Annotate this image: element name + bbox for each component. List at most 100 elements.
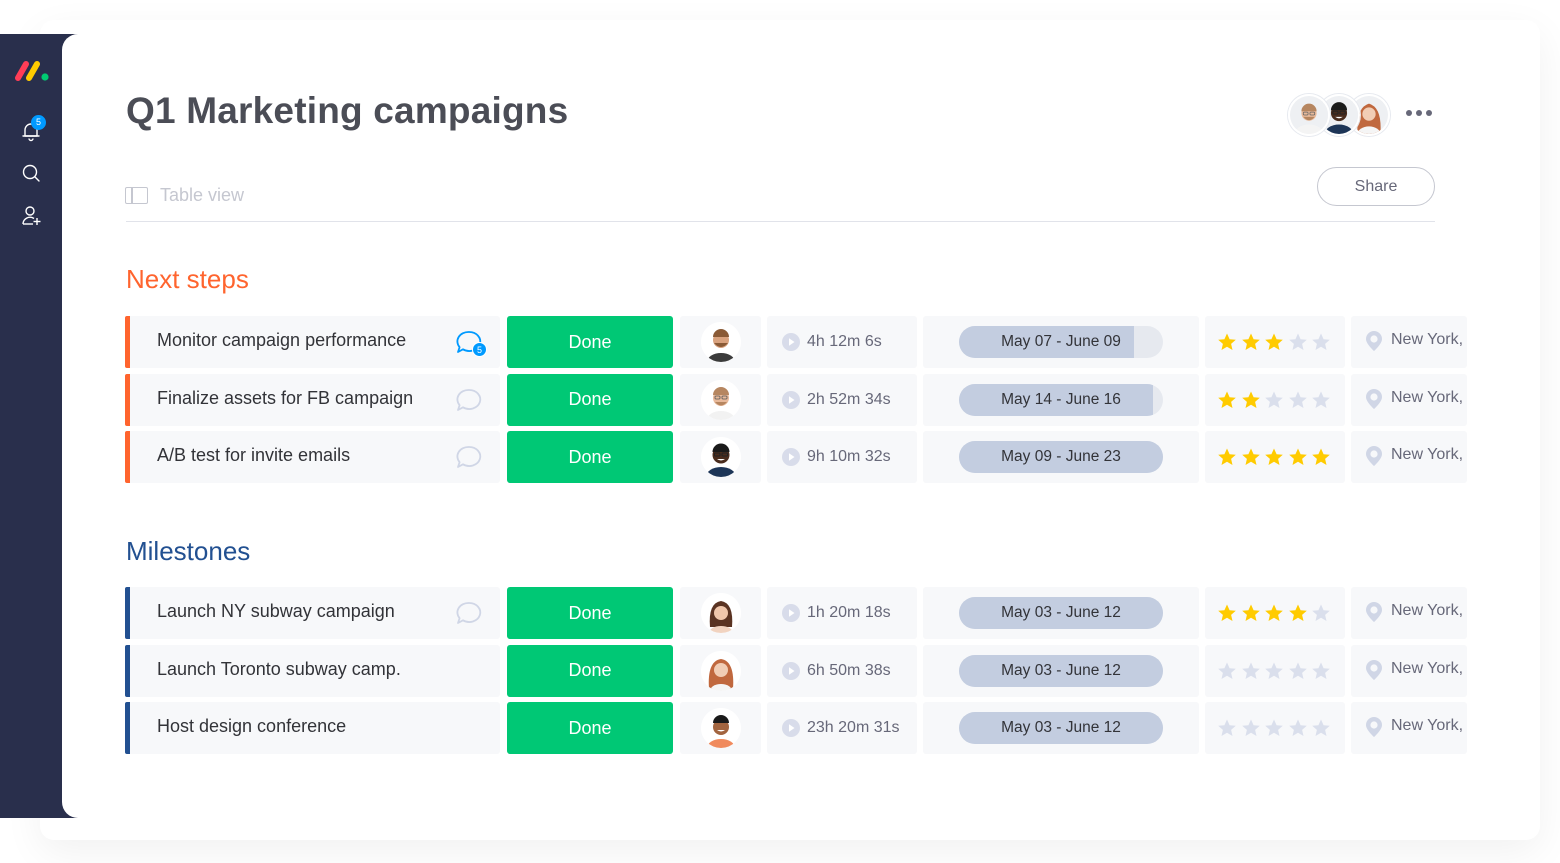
play-icon[interactable]: [782, 333, 800, 351]
time-tracking-cell[interactable]: 6h 50m 38s: [767, 644, 917, 697]
person-cell[interactable]: [680, 702, 761, 754]
status-cell[interactable]: Done: [507, 644, 673, 697]
item-name[interactable]: Launch Toronto subway camp.: [157, 659, 401, 680]
star-filled-icon[interactable]: [1217, 603, 1237, 623]
timeline-cell[interactable]: May 14 - June 16: [923, 373, 1199, 426]
star-filled-icon[interactable]: [1264, 332, 1284, 352]
avatar[interactable]: [700, 379, 741, 420]
star-empty-icon[interactable]: [1311, 332, 1331, 352]
comment-bubble-icon[interactable]: [455, 445, 483, 471]
item-name-cell[interactable]: Finalize assets for FB campaign: [125, 373, 500, 426]
status-cell[interactable]: Done: [507, 587, 673, 639]
play-icon[interactable]: [782, 448, 800, 466]
timeline-cell[interactable]: May 03 - June 12: [923, 587, 1199, 639]
star-filled-icon[interactable]: [1241, 603, 1261, 623]
star-filled-icon[interactable]: [1241, 390, 1261, 410]
item-name-cell[interactable]: Launch NY subway campaign: [125, 587, 500, 639]
star-empty-icon[interactable]: [1311, 390, 1331, 410]
location-cell[interactable]: New York,: [1351, 373, 1467, 426]
star-empty-icon[interactable]: [1264, 661, 1284, 681]
star-empty-icon[interactable]: [1311, 603, 1331, 623]
timeline-bar[interactable]: May 07 - June 09: [959, 326, 1163, 358]
star-filled-icon[interactable]: [1217, 332, 1237, 352]
person-cell[interactable]: [680, 644, 761, 697]
star-filled-icon[interactable]: [1241, 447, 1261, 467]
item-name[interactable]: A/B test for invite emails: [157, 445, 350, 466]
status-cell[interactable]: Done: [507, 316, 673, 368]
board-members[interactable]: [1288, 94, 1390, 136]
location-cell[interactable]: New York,: [1351, 644, 1467, 697]
play-icon[interactable]: [782, 661, 800, 680]
timeline-cell[interactable]: May 03 - June 12: [923, 702, 1199, 754]
star-empty-icon[interactable]: [1264, 390, 1284, 410]
share-button[interactable]: Share: [1317, 167, 1435, 206]
star-empty-icon[interactable]: [1311, 718, 1331, 738]
play-icon[interactable]: [782, 719, 800, 737]
avatar[interactable]: [700, 593, 741, 633]
location-cell[interactable]: New York,: [1351, 316, 1467, 368]
play-icon[interactable]: [782, 604, 800, 622]
location-cell[interactable]: New York,: [1351, 587, 1467, 639]
timeline-bar[interactable]: May 14 - June 16: [959, 383, 1163, 416]
board-title[interactable]: Q1 Marketing campaigns: [126, 90, 568, 132]
star-filled-icon[interactable]: [1288, 447, 1308, 467]
timeline-cell[interactable]: May 09 - June 23: [923, 431, 1199, 483]
item-name[interactable]: Finalize assets for FB campaign: [157, 388, 413, 409]
item-name[interactable]: Host design conference: [157, 716, 346, 737]
star-filled-icon[interactable]: [1264, 603, 1284, 623]
time-tracking-cell[interactable]: 9h 10m 32s: [767, 431, 917, 483]
star-filled-icon[interactable]: [1217, 390, 1237, 410]
time-tracking-cell[interactable]: 4h 12m 6s: [767, 316, 917, 368]
star-empty-icon[interactable]: [1288, 390, 1308, 410]
star-filled-icon[interactable]: [1264, 447, 1284, 467]
star-empty-icon[interactable]: [1264, 718, 1284, 738]
star-empty-icon[interactable]: [1241, 718, 1261, 738]
comment-bubble-icon[interactable]: [455, 388, 483, 414]
person-cell[interactable]: [680, 316, 761, 368]
group-title-milestones[interactable]: Milestones: [126, 536, 250, 567]
status-cell[interactable]: Done: [507, 373, 673, 426]
item-name-cell[interactable]: A/B test for invite emails: [125, 431, 500, 483]
item-name[interactable]: Monitor campaign performance: [157, 330, 406, 351]
avatar[interactable]: [700, 650, 741, 691]
search-icon[interactable]: [20, 162, 42, 184]
avatar[interactable]: [700, 437, 741, 477]
timeline-cell[interactable]: May 03 - June 12: [923, 644, 1199, 697]
star-filled-icon[interactable]: [1288, 603, 1308, 623]
item-name-cell[interactable]: Launch Toronto subway camp.: [125, 644, 500, 697]
star-filled-icon[interactable]: [1217, 447, 1237, 467]
timeline-bar[interactable]: May 03 - June 12: [959, 712, 1163, 744]
location-cell[interactable]: New York,: [1351, 431, 1467, 483]
timeline-bar[interactable]: May 03 - June 12: [959, 597, 1163, 629]
status-cell[interactable]: Done: [507, 702, 673, 754]
location-cell[interactable]: New York,: [1351, 702, 1467, 754]
more-options-button[interactable]: [1406, 106, 1436, 120]
person-cell[interactable]: [680, 587, 761, 639]
status-cell[interactable]: Done: [507, 431, 673, 483]
timeline-bar[interactable]: May 03 - June 12: [959, 654, 1163, 687]
comment-bubble-icon[interactable]: [455, 601, 483, 627]
star-empty-icon[interactable]: [1311, 661, 1331, 681]
star-empty-icon[interactable]: [1288, 661, 1308, 681]
group-title-next-steps[interactable]: Next steps: [126, 264, 249, 295]
avatar[interactable]: [700, 322, 741, 362]
time-tracking-cell[interactable]: 2h 52m 34s: [767, 373, 917, 426]
star-empty-icon[interactable]: [1288, 332, 1308, 352]
timeline-bar[interactable]: May 09 - June 23: [959, 441, 1163, 473]
avatar[interactable]: [700, 708, 741, 748]
time-tracking-cell[interactable]: 1h 20m 18s: [767, 587, 917, 639]
time-tracking-cell[interactable]: 23h 20m 31s: [767, 702, 917, 754]
star-filled-icon[interactable]: [1241, 332, 1261, 352]
timeline-cell[interactable]: May 07 - June 09: [923, 316, 1199, 368]
star-empty-icon[interactable]: [1288, 718, 1308, 738]
avatar-member-1[interactable]: [1288, 94, 1330, 136]
star-empty-icon[interactable]: [1217, 718, 1237, 738]
invite-user-icon[interactable]: [20, 204, 42, 226]
star-empty-icon[interactable]: [1217, 661, 1237, 681]
person-cell[interactable]: [680, 373, 761, 426]
play-icon[interactable]: [782, 390, 800, 409]
person-cell[interactable]: [680, 431, 761, 483]
star-empty-icon[interactable]: [1241, 661, 1261, 681]
monday-logo[interactable]: [14, 58, 54, 82]
star-filled-icon[interactable]: [1311, 447, 1331, 467]
